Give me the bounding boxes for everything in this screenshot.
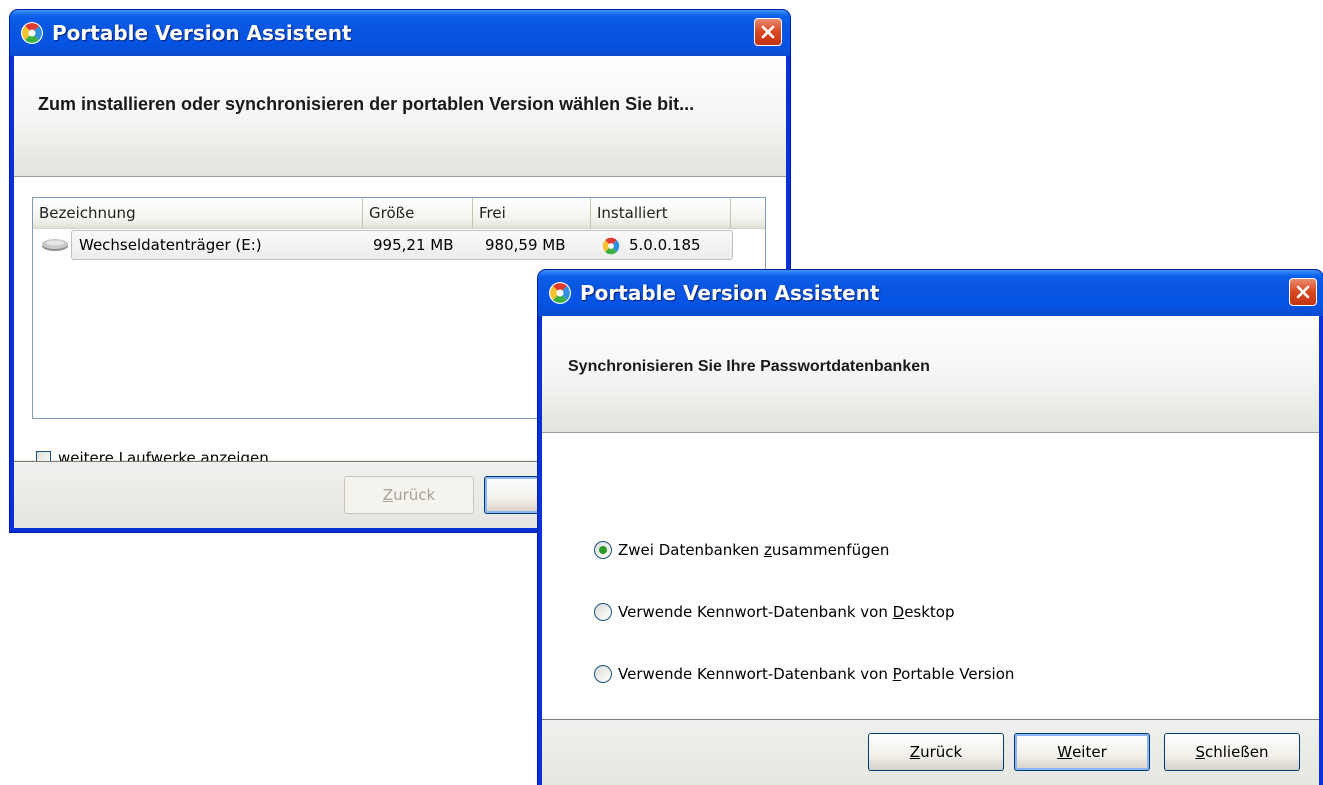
app-logo-icon — [21, 22, 43, 44]
drive-name: Wechseldatenträger (E:) — [79, 236, 262, 254]
close-button[interactable] — [1289, 278, 1317, 306]
option-merge-databases[interactable]: Zwei Datenbanken zusammenfügen — [594, 539, 889, 561]
header-text: Zum installieren oder synchronisieren de… — [38, 94, 695, 114]
radio-portable[interactable] — [594, 665, 612, 683]
close-icon — [1296, 285, 1310, 299]
column-header-bezeichnung[interactable]: Bezeichnung — [33, 198, 363, 228]
wizard-header: Synchronisieren Sie Ihre Passwortdatenba… — [542, 316, 1319, 433]
drive-icon — [42, 239, 68, 251]
column-header-groesse[interactable]: Größe — [363, 198, 473, 228]
option-desktop-label: Verwende Kennwort-Datenbank von Desktop — [618, 603, 955, 621]
header-text: Synchronisieren Sie Ihre Passwortdatenba… — [568, 358, 930, 375]
installed-version: 5.0.0.185 — [629, 236, 701, 254]
option-portable-label: Verwende Kennwort-Datenbank von Portable… — [618, 665, 1015, 683]
window-title: Portable Version Assistent — [52, 21, 352, 45]
title-bar[interactable]: Portable Version Assistent — [10, 10, 790, 56]
option-merge-label: Zwei Datenbanken zusammenfügen — [618, 541, 890, 559]
next-button[interactable]: Weiter — [1014, 733, 1150, 771]
radio-desktop[interactable] — [594, 603, 612, 621]
column-header-frei[interactable]: Frei — [473, 198, 591, 228]
window-assistant-2: Portable Version Assistent Synchronisier… — [538, 270, 1323, 785]
wizard-body: Zwei Datenbanken zusammenfügen Verwende … — [542, 433, 1319, 719]
option-use-portable-db[interactable]: Verwende Kennwort-Datenbank von Portable… — [594, 663, 1014, 685]
drive-size: 995,21 MB — [373, 236, 454, 254]
title-bar[interactable]: Portable Version Assistent — [538, 270, 1323, 316]
drive-free: 980,59 MB — [485, 236, 566, 254]
back-button[interactable]: Zurück — [868, 733, 1004, 771]
window-client: Synchronisieren Sie Ihre Passwortdatenba… — [542, 316, 1319, 785]
app-logo-icon — [602, 237, 620, 255]
back-button[interactable]: Zurück — [344, 476, 474, 514]
list-header: Bezeichnung Größe Frei Installiert — [33, 198, 765, 229]
window-title: Portable Version Assistent — [580, 281, 880, 305]
close-dialog-button[interactable]: Schließen — [1164, 733, 1300, 771]
column-header-installiert[interactable]: Installiert — [591, 198, 731, 228]
wizard-header: Zum installieren oder synchronisieren de… — [14, 56, 786, 177]
close-button[interactable] — [754, 18, 782, 46]
app-logo-icon — [549, 282, 571, 304]
list-row-drive-e[interactable]: Wechseldatenträger (E:) 995,21 MB 980,59… — [33, 230, 765, 260]
radio-merge[interactable] — [594, 541, 612, 559]
wizard-footer: Zurück Weiter Schließen — [542, 719, 1319, 785]
option-use-desktop-db[interactable]: Verwende Kennwort-Datenbank von Desktop — [594, 601, 955, 623]
close-icon — [761, 25, 775, 39]
